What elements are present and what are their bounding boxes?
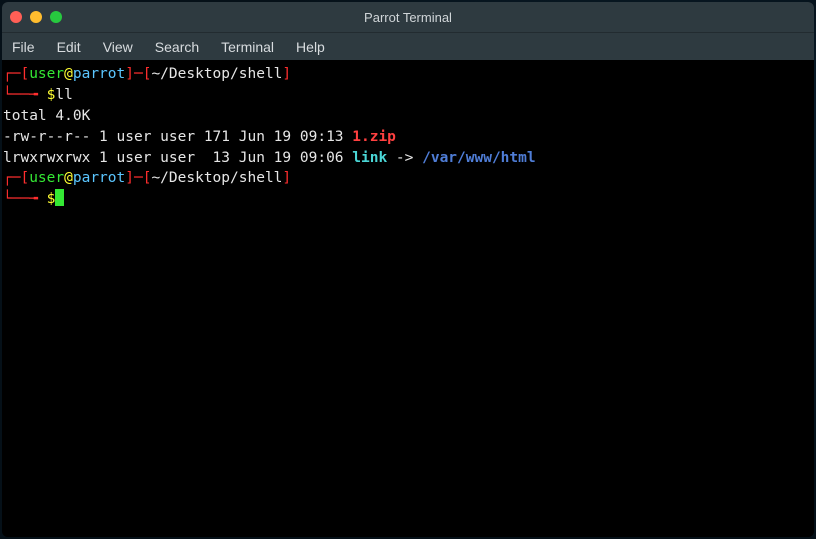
menu-help[interactable]: Help: [296, 39, 325, 55]
output-row-1: -rw-r--r-- 1 user user 171 Jun 19 09:13 …: [3, 127, 813, 148]
menu-edit[interactable]: Edit: [57, 39, 81, 55]
output-row-2: lrwxrwxrwx 1 user user 13 Jun 19 09:06 l…: [3, 148, 813, 169]
menu-view[interactable]: View: [103, 39, 133, 55]
maximize-icon[interactable]: [50, 11, 62, 23]
close-icon[interactable]: [10, 11, 22, 23]
cursor-icon: [55, 189, 64, 206]
prompt-line-4: └──╼ $: [3, 189, 813, 210]
terminal-body[interactable]: ┌─[user@parrot]─[~/Desktop/shell]└──╼ $l…: [2, 60, 814, 537]
menu-file[interactable]: File: [12, 39, 35, 55]
prompt-line-3: ┌─[user@parrot]─[~/Desktop/shell]: [3, 168, 813, 189]
window-controls: [10, 11, 62, 23]
prompt-line-2: └──╼ $ll: [3, 85, 813, 106]
menubar: File Edit View Search Terminal Help: [2, 32, 814, 60]
terminal-window: Parrot Terminal File Edit View Search Te…: [2, 2, 814, 537]
menu-terminal[interactable]: Terminal: [221, 39, 274, 55]
prompt-line-1: ┌─[user@parrot]─[~/Desktop/shell]: [3, 64, 813, 85]
window-titlebar[interactable]: Parrot Terminal: [2, 2, 814, 32]
minimize-icon[interactable]: [30, 11, 42, 23]
window-title: Parrot Terminal: [2, 10, 814, 25]
output-total: total 4.0K: [3, 106, 813, 127]
menu-search[interactable]: Search: [155, 39, 199, 55]
